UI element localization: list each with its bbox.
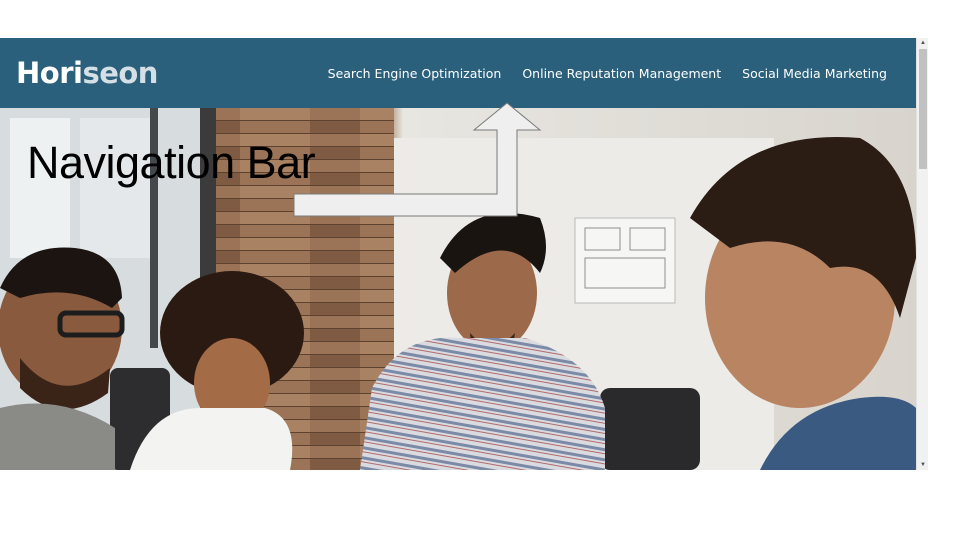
annotation-label: Navigation Bar <box>27 137 316 188</box>
site-logo[interactable]: Horiseon <box>16 55 158 90</box>
scroll-thumb[interactable] <box>919 49 927 169</box>
scroll-up-icon[interactable]: ▲ <box>917 38 929 48</box>
nav-link-social-media-marketing[interactable]: Social Media Marketing <box>742 66 887 81</box>
nav-link-search-engine-optimization[interactable]: Search Engine Optimization <box>328 66 502 81</box>
nav-links: Search Engine Optimization Online Reputa… <box>307 66 887 81</box>
logo-text-hori: Hori <box>16 55 83 90</box>
logo-text-seon: seon <box>82 55 158 90</box>
browser-viewport: Horiseon Search Engine Optimization Onli… <box>0 38 916 470</box>
scroll-down-icon[interactable]: ▼ <box>917 460 929 470</box>
vertical-scrollbar[interactable]: ▲ ▼ <box>916 38 928 470</box>
navigation-bar: Horiseon Search Engine Optimization Onli… <box>0 38 916 108</box>
nav-link-online-reputation-management[interactable]: Online Reputation Management <box>522 66 721 81</box>
